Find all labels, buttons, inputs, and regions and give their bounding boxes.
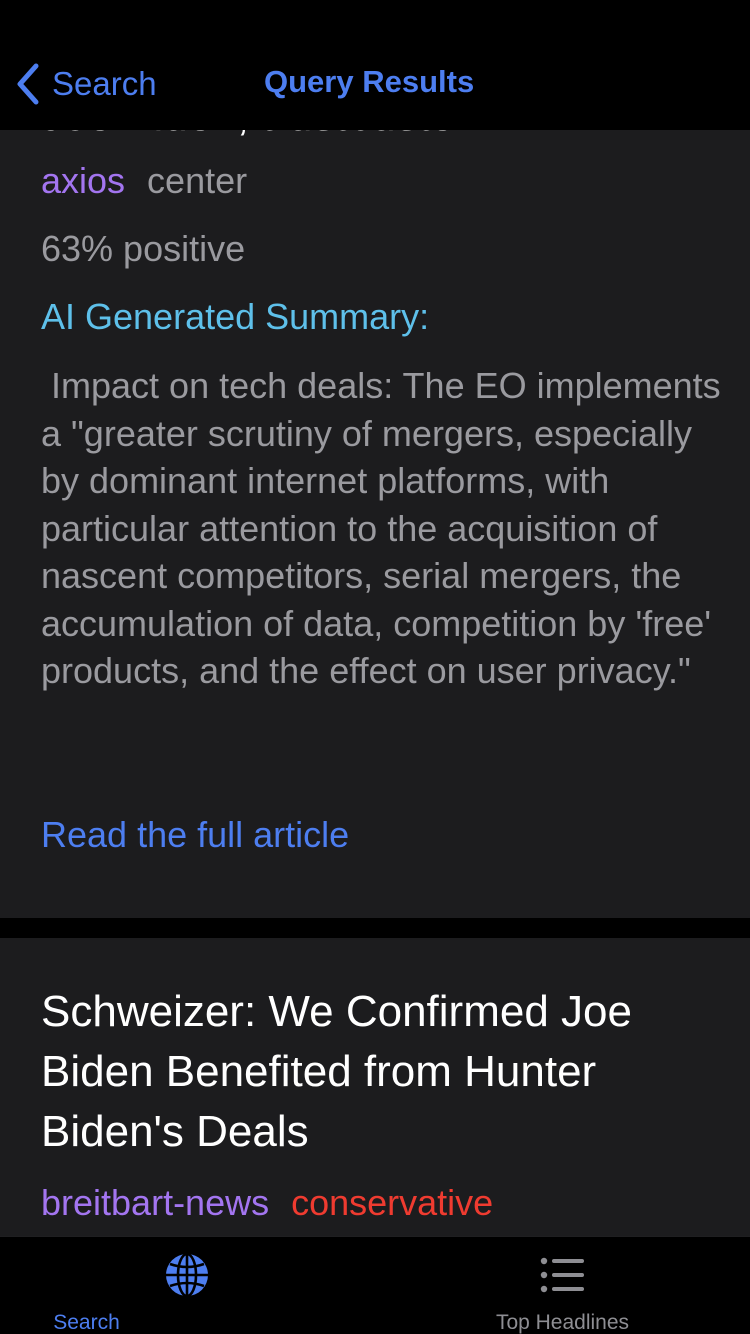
article-meta: breitbart-news conservative	[41, 1182, 493, 1224]
results-list[interactable]: Joe Biden, trustbuster axios center 63% …	[0, 130, 750, 1236]
chevron-left-icon	[17, 63, 39, 105]
article-source: axios	[41, 160, 126, 201]
app-screen: Search Query Results Joe Biden, trustbus…	[0, 0, 750, 1334]
page-title: Query Results	[264, 64, 475, 99]
back-button[interactable]: Search	[14, 62, 157, 106]
read-full-article-link[interactable]: Read the full article	[41, 814, 349, 856]
article-title: Schweizer: We Confirmed Joe Biden Benefi…	[41, 987, 632, 1156]
article-title: Joe Biden, trustbuster	[41, 130, 469, 146]
article-bias: center	[147, 160, 248, 201]
article-sentiment: 63% positive	[41, 228, 246, 269]
tab-top-headlines-label: Top Headlines	[495, 1311, 630, 1334]
globe-icon	[166, 1252, 208, 1298]
article-card[interactable]: Schweizer: We Confirmed Joe Biden Benefi…	[0, 938, 750, 1236]
article-card[interactable]: Joe Biden, trustbuster axios center 63% …	[0, 130, 750, 918]
article-meta: axios center	[41, 160, 247, 202]
list-icon	[540, 1257, 584, 1293]
summary-text: Impact on tech deals: The EO implements …	[41, 365, 731, 691]
article-source: breitbart-news	[41, 1182, 270, 1223]
summary-label: AI Generated Summary:	[41, 296, 430, 337]
tab-top-headlines[interactable]: Top Headlines	[375, 1237, 750, 1334]
tab-bar: Search Top Headlines	[0, 1236, 750, 1334]
navigation-bar: Search Query Results	[0, 0, 750, 130]
tab-search-label: Search	[53, 1311, 120, 1334]
tab-search[interactable]: Search	[0, 1237, 375, 1334]
article-bias: conservative	[291, 1182, 494, 1223]
back-button-label: Search	[52, 65, 157, 102]
